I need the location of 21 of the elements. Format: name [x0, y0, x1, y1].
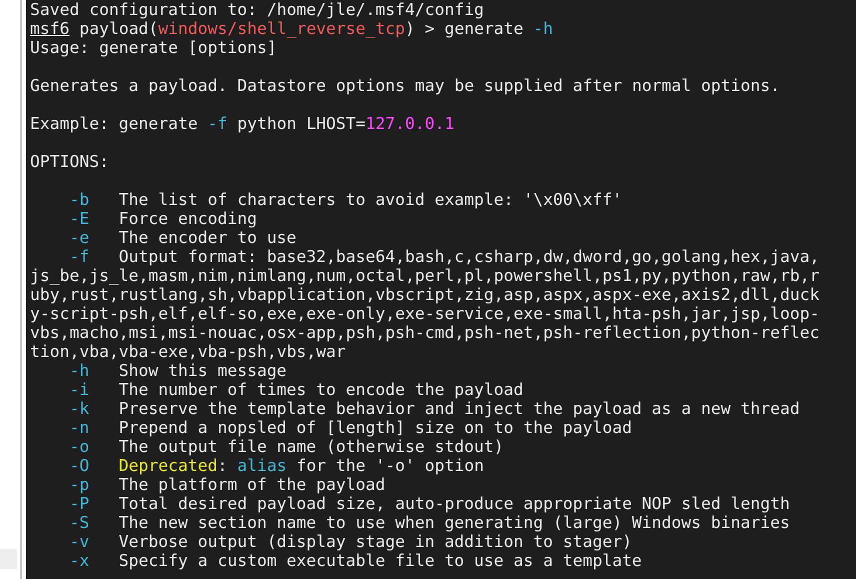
terminal-line: Example: generate -f python LHOST=127.0.0.1: [30, 114, 454, 133]
terminal-line: Saved configuration to: /home/jle/.msf4/config: [30, 0, 484, 19]
option-line: -p The platform of the payload: [68, 475, 386, 494]
option-line: -h Show this message: [68, 361, 287, 380]
option-line: -O Deprecated: alias for the '-o' option: [68, 456, 484, 475]
option-line: -E Force encoding: [68, 209, 257, 228]
terminal-line: msf6 payload(windows/shell_reverse_tcp) > generate -h: [30, 19, 554, 38]
option-line: -x Specify a custom executable file to use as a template: [68, 551, 642, 570]
option-line: -S The new section name to use when generating (large) Windows binaries: [68, 513, 790, 532]
option-line: -o The output file name (otherwise stdout): [68, 437, 504, 456]
terminal-line: OPTIONS:: [30, 152, 109, 171]
option-line: -f Output format: base32,base64,bash,c,csharp,dw,dword,go,golang,hex,java,js_be,js_le,masm,nim,nimlang,num,octal,perl,pl,powershell,ps1,py,python,raw,rb,ruby,rust,rustlang,sh,vbapplication,vbscript,zig,asp,aspx,aspx-exe,axis2,dll,ducky-script-psh,elf,elf-so,exe,exe-only,exe-service,exe-small,hta-psh,jar,jsp,loop-vbs,macho,msi,msi-nouac,osx-app,psh,psh-cmd,psh-net,psh-reflection,python-reflection,vba,vba-exe,vba-psh,vbs,war: [30, 247, 820, 361]
terminal-line: Generates a payload. Datastore options may be supplied after normal options.: [30, 76, 780, 95]
option-line: -b The list of characters to avoid example: '\x00\xff': [68, 190, 622, 209]
option-line: -v Verbose output (display stage in addition to stager): [68, 532, 632, 551]
option-line: -n Prepend a nopsled of [length] size on to the payload: [68, 418, 632, 437]
option-line: -P Total desired payload size, auto-produce appropriate NOP sled length: [68, 494, 790, 513]
terminal-line: Usage: generate [options]: [30, 38, 277, 57]
option-line: -e The encoder to use: [68, 228, 296, 247]
option-line: -i The number of times to encode the payload: [68, 380, 524, 399]
option-line: -k Preserve the template behavior and inject the payload as a new thread: [68, 399, 800, 418]
